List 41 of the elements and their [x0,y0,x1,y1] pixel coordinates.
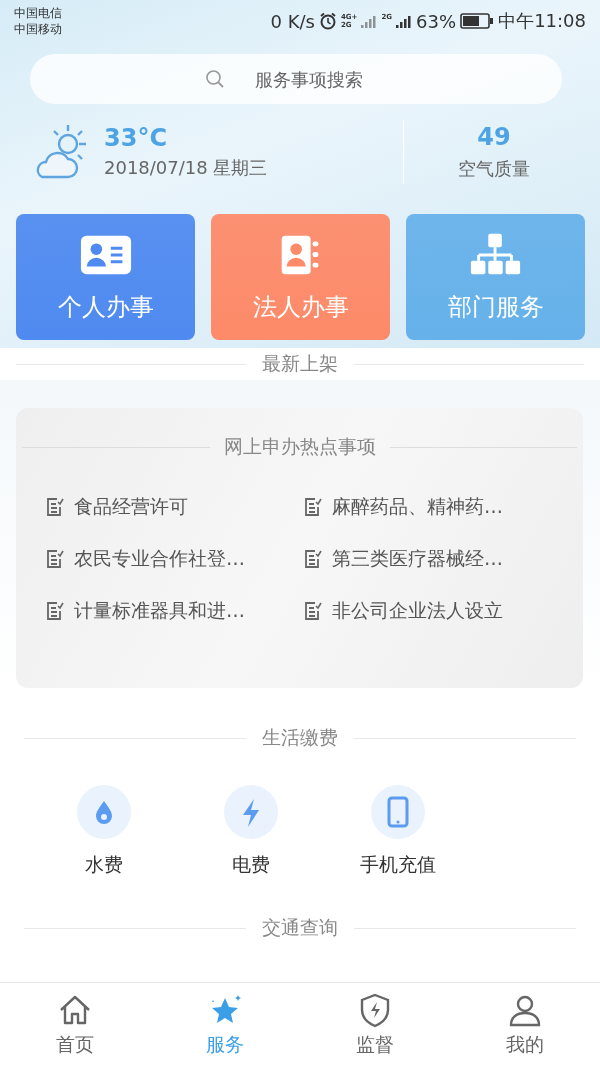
card-title: 网上申办热点事项 [223,434,376,459]
payment-label[interactable]: 电费 [231,852,270,878]
date-text: 2018/07/18 星期三 [104,156,268,180]
signal-icon [396,14,413,28]
document-check-icon [304,601,322,621]
hierarchy-icon [468,231,523,277]
lightning-icon [222,784,279,840]
hot-item-link[interactable]: 农民专业合作社登… [74,546,245,572]
air-quality-label: 空气质量 [458,157,530,181]
tab-item[interactable]: 监督 [300,983,450,1066]
payment-label[interactable]: 水费 [84,852,123,878]
hot-item-link[interactable]: 非公司企业法人设立 [332,598,503,624]
battery-percent: 63% [416,10,457,32]
network-speed: 0 K/s [270,10,315,32]
water-drop-icon [75,784,132,840]
alarm-icon [319,12,337,30]
search-icon [205,69,225,89]
document-check-icon [46,601,64,621]
payment-label[interactable]: 手机充值 [359,852,436,878]
section-title: 最新上架 [262,351,338,376]
section-title: 生活缴费 [262,725,338,750]
hot-item-link[interactable]: 麻醉药品、精神药… [332,494,503,520]
document-check-icon [46,497,64,517]
document-check-icon [46,549,64,569]
clock-time: 中午11:08 [498,9,586,33]
document-check-icon [304,549,322,569]
search-field[interactable]: 服务事项搜索 [30,54,562,104]
hot-item-link[interactable]: 计量标准器具和进… [74,598,245,624]
section-title: 交通查询 [262,915,338,940]
hot-item-link[interactable]: 第三类医疗器械经… [332,546,503,572]
air-quality-value: 49 [477,123,511,151]
document-check-icon [304,497,322,517]
phone-icon [369,784,426,840]
tab-item[interactable]: 我的 [450,983,600,1066]
signal-icon [361,14,378,28]
battery-icon [460,13,495,29]
tab-item[interactable]: 首页 [0,983,150,1066]
temperature: 33°C [104,124,168,152]
carrier-name: 中国电信 [14,5,62,21]
carrier-name: 中国移动 [14,21,62,37]
hot-item-link[interactable]: 食品经营许可 [74,494,188,520]
